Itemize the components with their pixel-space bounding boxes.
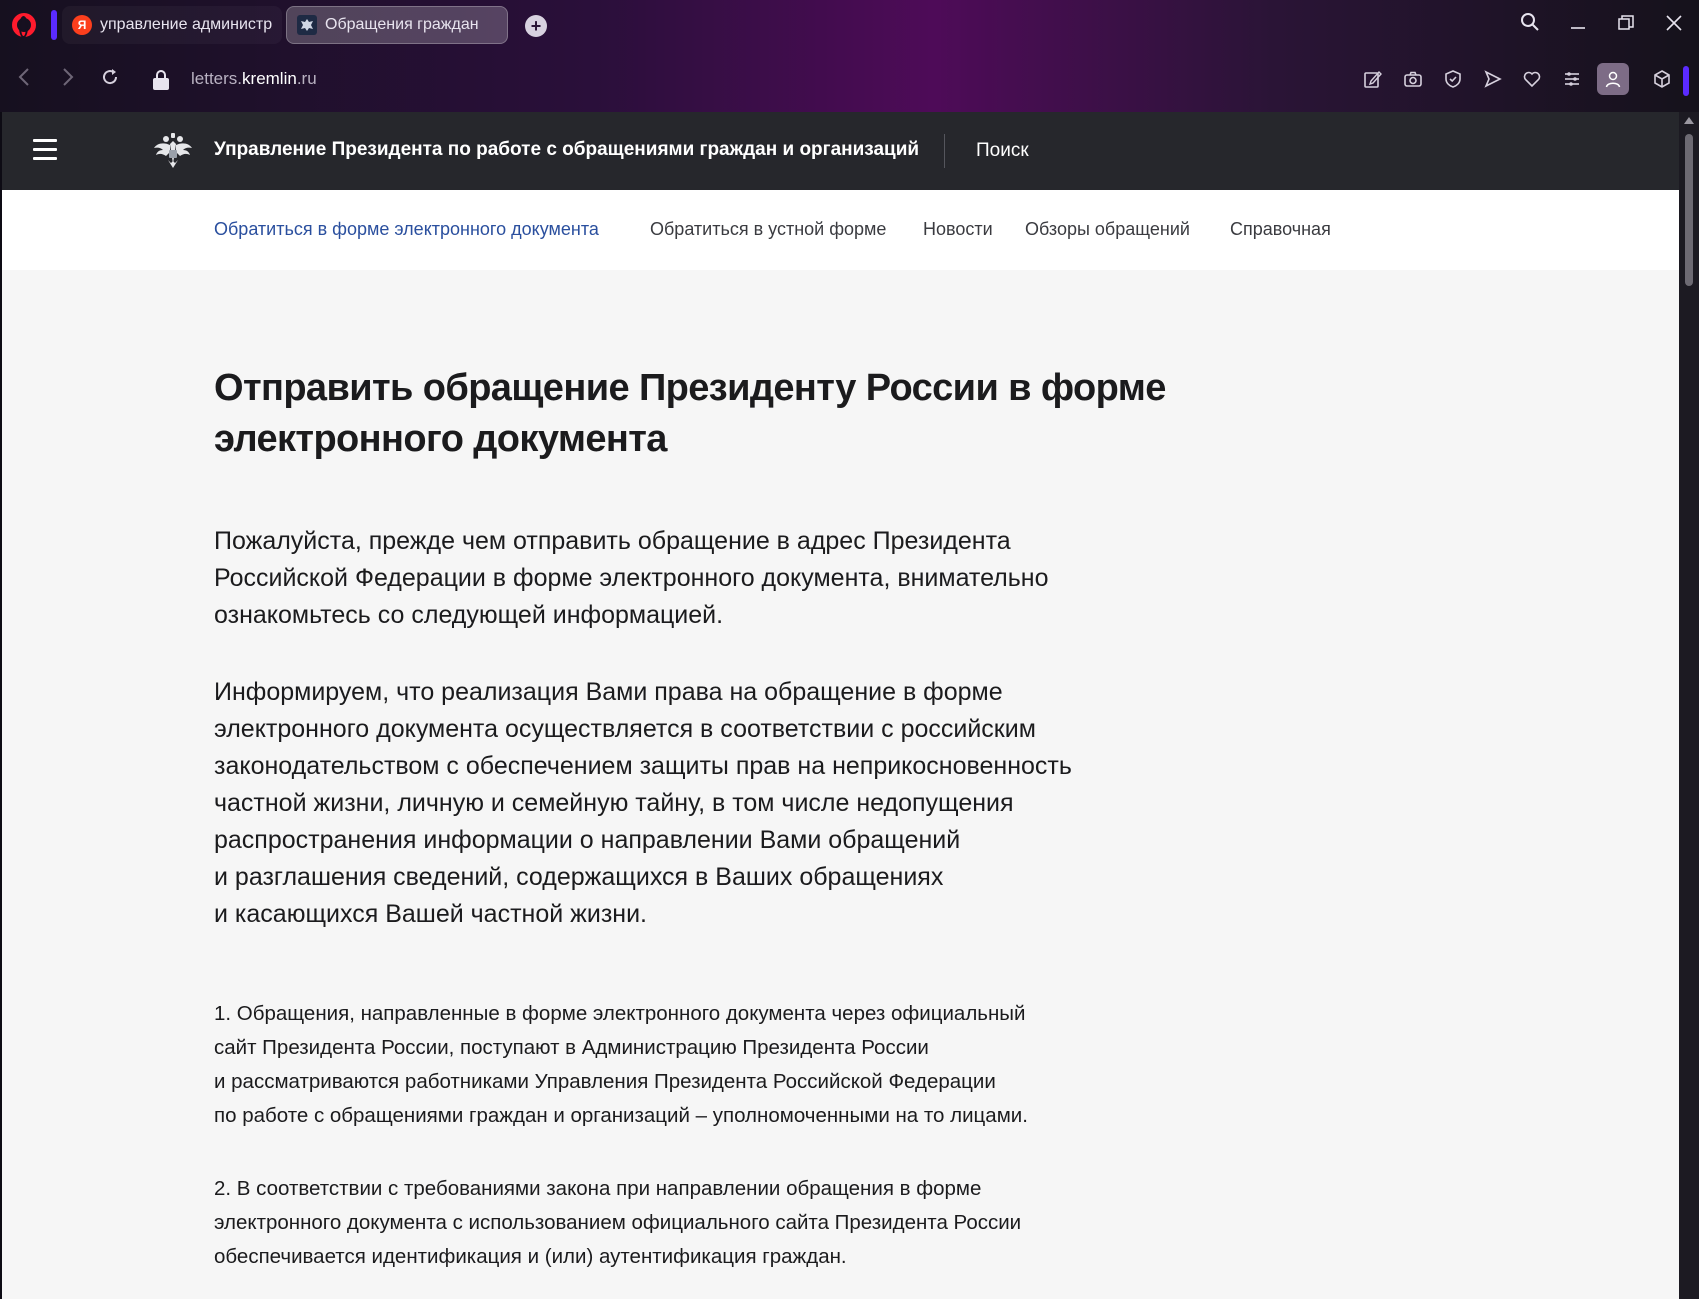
back-icon[interactable] — [10, 66, 38, 94]
reload-icon[interactable] — [96, 66, 124, 94]
page-title: Отправить обращение Президенту России в … — [214, 363, 1166, 465]
title-line: Отправить обращение Президенту России в … — [214, 367, 1166, 409]
search-link[interactable]: Поиск — [976, 140, 1029, 162]
text-line: 2. В соответствии с требованиями закона … — [214, 1177, 982, 1200]
info-item-2: 2. В соответствии с требованиями закона … — [214, 1172, 1114, 1274]
send-icon[interactable] — [1482, 69, 1504, 91]
scrollbar-thumb[interactable] — [1685, 134, 1693, 286]
text-line: электронного документа осуществляется в … — [214, 715, 1036, 743]
text-line: обеспечивается идентификация и (или) аут… — [214, 1245, 847, 1268]
url-prefix: letters. — [191, 69, 243, 88]
tab-yandex[interactable]: Я управление администрац — [62, 6, 282, 44]
text-line: и рассматриваются работниками Управления… — [214, 1070, 996, 1093]
url-host: kremlin — [242, 69, 297, 88]
text-line: 1. Обращения, направленные в форме элект… — [214, 1002, 1026, 1025]
text-line: сайт Президента России, поступают в Адми… — [214, 1036, 929, 1059]
easy-setup-icon[interactable] — [1561, 69, 1583, 91]
yandex-icon: Я — [72, 15, 92, 35]
minimize-icon[interactable] — [1564, 12, 1592, 40]
kremlin-emblem-icon — [297, 15, 317, 35]
close-window-icon[interactable] — [1660, 12, 1688, 40]
restore-icon[interactable] — [1612, 12, 1640, 40]
extensions-cube-icon[interactable] — [1651, 69, 1673, 91]
tab-island-marker — [51, 10, 57, 40]
info-item-1: 1. Обращения, направленные в форме элект… — [214, 997, 1114, 1133]
url-suffix: .ru — [296, 69, 317, 88]
site-title[interactable]: Управление Президента по работе с обраще… — [214, 139, 919, 161]
site-header: Управление Президента по работе с обраще… — [2, 112, 1679, 190]
privacy-paragraph: Информируем, что реализация Вами права н… — [214, 674, 1114, 933]
browser-chrome: Я управление администрац Обращения гражд… — [0, 0, 1699, 112]
nav-reference[interactable]: Справочная — [1230, 219, 1331, 240]
address-bar: letters.kremlin.ru — [0, 56, 1699, 104]
sidebar-marker — [1683, 66, 1689, 96]
text-line: Пожалуйста, прежде чем отправить обращен… — [214, 527, 1011, 555]
camera-icon[interactable] — [1402, 69, 1424, 91]
tab-bar: Я управление администрац Обращения гражд… — [0, 0, 1699, 52]
text-line: законодательством с обеспечением защиты … — [214, 752, 1072, 780]
text-line: ознакомьтесь со следующей информацией. — [214, 601, 724, 629]
intro-paragraph: Пожалуйста, прежде чем отправить обращен… — [214, 523, 1114, 634]
forward-icon[interactable] — [54, 66, 82, 94]
page-scrollbar[interactable] — [1679, 112, 1699, 1299]
text-line: и разглашения сведений, содержащихся в В… — [214, 863, 944, 891]
text-line: и касающихся Вашей частной жизни. — [214, 900, 648, 928]
text-line: частной жизни, личную и семейную тайну, … — [214, 789, 1014, 817]
text-line: электронного документа с использованием … — [214, 1211, 1022, 1234]
tab-letters-kremlin[interactable]: Обращения граждан — [286, 6, 508, 44]
double-headed-eagle-icon[interactable] — [152, 130, 194, 172]
text-line: распространения информации о направлении… — [214, 826, 961, 854]
edit-note-icon[interactable] — [1362, 69, 1384, 91]
heart-icon[interactable] — [1521, 69, 1543, 91]
header-divider — [944, 134, 945, 168]
hamburger-menu-icon[interactable] — [33, 139, 57, 161]
text-line: Информируем, что реализация Вами права н… — [214, 678, 1003, 706]
new-tab-button[interactable]: + — [525, 15, 547, 37]
title-line: электронного документа — [214, 418, 667, 460]
nav-reviews[interactable]: Обзоры обращений — [1025, 219, 1190, 240]
scroll-up-arrow-icon[interactable] — [1684, 117, 1694, 124]
nav-oral-form[interactable]: Обратиться в устной форме — [650, 219, 886, 240]
tab-label: управление администрац — [100, 16, 272, 33]
opera-menu-icon[interactable] — [12, 13, 36, 38]
section-nav: Обратиться в форме электронного документ… — [2, 190, 1679, 270]
tab-search-icon[interactable] — [1516, 12, 1544, 40]
shield-icon[interactable] — [1442, 69, 1464, 91]
url-field[interactable]: letters.kremlin.ru — [191, 69, 317, 89]
text-line: по работе с обращениями граждан и органи… — [214, 1104, 1028, 1127]
profile-icon[interactable] — [1597, 63, 1629, 95]
nav-electronic-form[interactable]: Обратиться в форме электронного документ… — [214, 219, 599, 240]
page-viewport: Управление Президента по работе с обраще… — [2, 112, 1679, 1299]
lock-icon[interactable] — [153, 70, 169, 90]
tab-label: Обращения граждан — [325, 16, 479, 33]
nav-news[interactable]: Новости — [923, 219, 993, 240]
text-line: Российской Федерации в форме электронног… — [214, 564, 1049, 592]
